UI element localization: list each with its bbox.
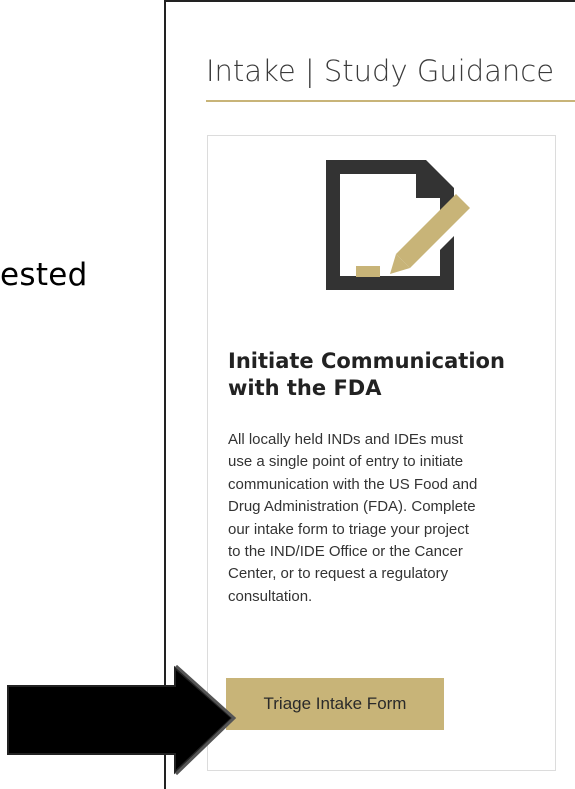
card-description-line: Center, or to request a regulatory — [228, 565, 449, 583]
card-description-line: use a single point of entry to initiate — [228, 453, 464, 471]
card-heading-line: Initiate Communication — [228, 349, 505, 373]
card-heading-line: with the FDA — [228, 376, 382, 400]
document-edit-icon — [326, 160, 470, 290]
card-description-line: to the IND/IDE Office or the Cancer — [228, 543, 463, 561]
triage-intake-form-button[interactable]: Triage Intake Form — [226, 678, 444, 730]
card-heading: Initiate Communication with the FDA — [228, 348, 548, 402]
fda-communication-card: Initiate Communication with the FDA All … — [207, 135, 556, 771]
card-description: All locally held INDs and IDEs must use … — [228, 429, 546, 608]
card-description-line: consultation. — [228, 587, 313, 605]
page-title: Intake | Study Guidance — [206, 54, 555, 88]
background-partial-text: ested — [0, 257, 88, 293]
card-description-line: Drug Administration (FDA). Complete — [228, 498, 476, 516]
pointing-arrow-icon — [7, 664, 237, 776]
title-divider — [206, 100, 575, 102]
card-description-line: our intake form to triage your project — [228, 520, 469, 538]
card-description-line: All locally held INDs and IDEs must — [228, 431, 464, 448]
card-description-line: communication with the US Food and — [228, 475, 478, 493]
